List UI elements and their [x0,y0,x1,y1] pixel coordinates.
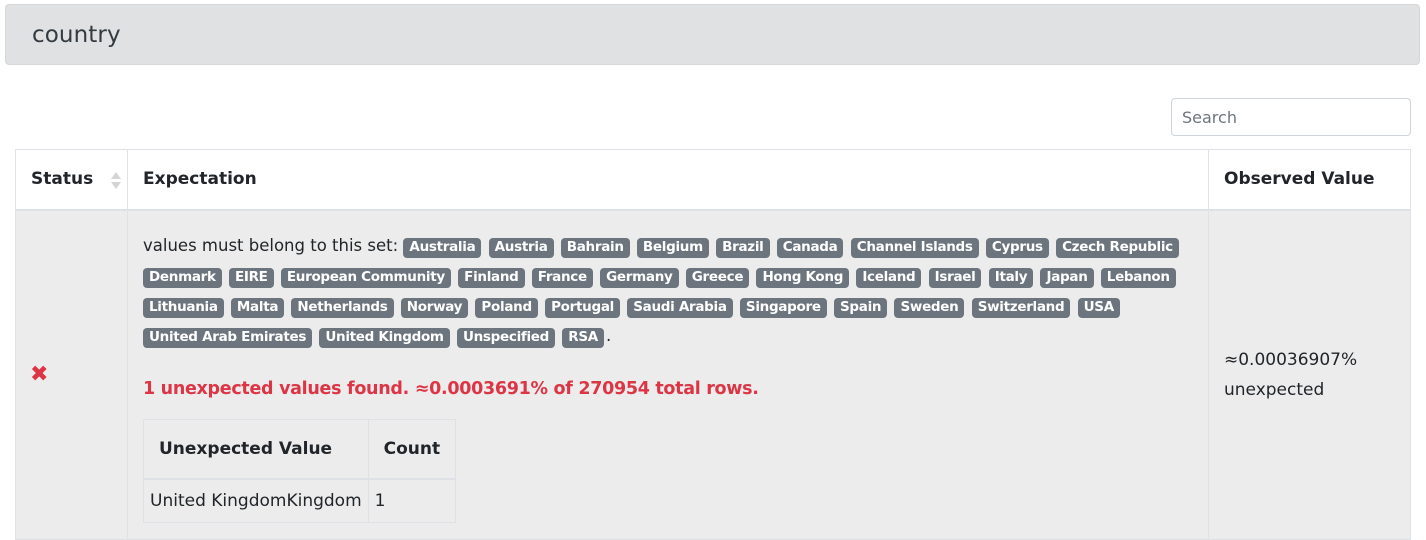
value-badge: Channel Islands [850,237,979,258]
value-badge: Hong Kong [756,267,850,288]
value-badge: European Community [280,267,451,288]
column-header-expectation[interactable]: Expectation [127,149,1209,211]
value-badge: Poland [475,297,538,318]
sort-icon[interactable] [111,172,121,190]
search-input[interactable] [1171,98,1411,136]
column-header-label: Observed Value [1224,169,1375,190]
value-badge: Unspecified [456,327,556,348]
observed-value-cell: ≈0.00036907% unexpected [1208,209,1411,540]
value-badge: Spain [833,297,888,318]
unexpected-count: 1 [367,478,457,523]
value-badge: Iceland [856,267,922,288]
unexpected-table-row: United KingdomKingdom 1 [143,478,457,523]
unexpected-table-header-row: Unexpected Value Count [143,418,457,480]
value-badge: France [531,267,593,288]
expectation-prefix: values must belong to this set: [143,235,399,255]
value-badge: Singapore [739,297,827,318]
unexpected-value-header: Unexpected Value [143,418,369,480]
value-badge: Czech Republic [1056,237,1179,258]
value-badge: Austria [488,237,554,258]
value-badge: Germany [600,267,679,288]
expectation-cell: values must belong to this set: Australi… [127,209,1209,540]
value-badge: Italy [988,267,1034,288]
column-header-status[interactable]: Status [15,149,128,211]
value-badge: Denmark [143,267,222,288]
value-badge: Malta [230,297,285,318]
expectations-table: Status Expectation Observed Value ✖ valu… [15,149,1411,540]
value-badge: Lebanon [1100,267,1176,288]
value-badge: Portugal [545,297,620,318]
unexpected-value: United KingdomKingdom [143,478,369,523]
value-badge: Sweden [894,297,965,318]
value-badge: Israel [928,267,982,288]
column-header-observed-value[interactable]: Observed Value [1208,149,1411,211]
value-badge: Norway [400,297,469,318]
section-title: country [32,22,121,48]
value-badge: Japan [1040,267,1094,288]
section-header: country [5,4,1420,65]
value-badge: RSA [562,327,604,348]
value-badge: Bahrain [560,237,630,258]
table-row: ✖ values must belong to this set: Austra… [15,209,1411,540]
value-badge: Saudi Arabia [627,297,733,318]
expectation-suffix: . [605,325,612,345]
value-badge: Canada [776,237,844,258]
value-badge: Belgium [636,237,709,258]
value-badge: United Kingdom [319,327,450,348]
column-header-label: Expectation [143,169,257,190]
unexpected-summary: 1 unexpected values found. ≈0.0003691% o… [143,378,759,399]
value-badge: Switzerland [971,297,1071,318]
value-badge: Netherlands [291,297,394,318]
table-header-row: Status Expectation Observed Value [15,149,1411,211]
status-cell: ✖ [15,209,128,540]
value-badge: Cyprus [985,237,1049,258]
value-badge: Australia [403,237,482,258]
value-badge: Finland [458,267,525,288]
value-badge: USA [1077,297,1120,318]
x-icon: ✖ [30,362,49,388]
value-badge: EIRE [228,267,274,288]
column-header-label: Status [31,169,94,190]
unexpected-values-table: Unexpected Value Count United KingdomKin… [143,418,457,524]
value-badge: Greece [685,267,750,288]
value-badge: United Arab Emirates [143,327,313,348]
value-badge: Brazil [716,237,770,258]
expectation-text: values must belong to this set: Australi… [143,231,1193,351]
count-header: Count [367,418,457,480]
value-badge: Lithuania [143,297,224,318]
